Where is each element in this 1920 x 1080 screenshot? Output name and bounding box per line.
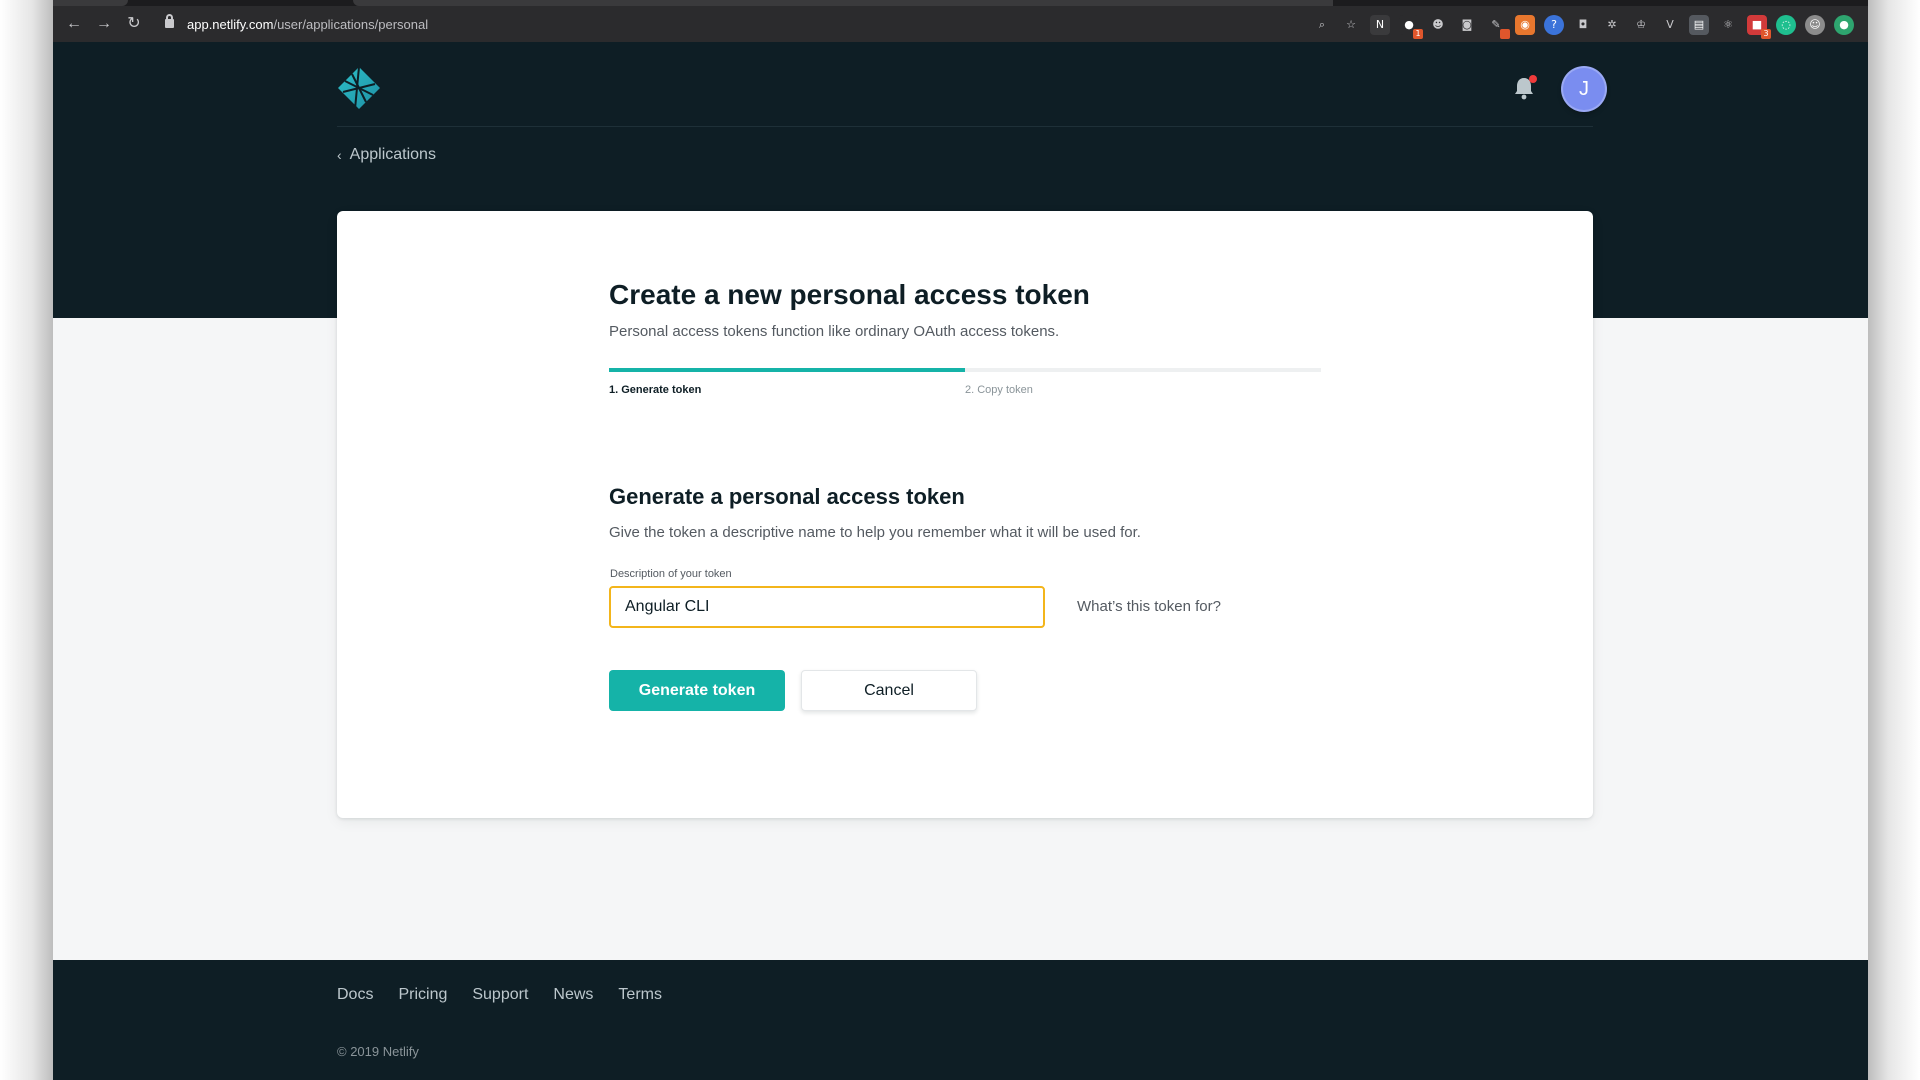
- vue-icon[interactable]: V: [1660, 15, 1680, 35]
- step-generate-token: 1. Generate token: [609, 384, 702, 396]
- window-frame-right: [1868, 0, 1920, 1080]
- zoom-icon[interactable]: ⌕: [1312, 15, 1332, 35]
- back-link-label: Applications: [349, 146, 436, 163]
- reload-icon[interactable]: ↻: [125, 15, 143, 33]
- react-icon[interactable]: ⚛: [1718, 15, 1738, 35]
- generate-token-button[interactable]: Generate token: [609, 670, 785, 711]
- chevron-left-icon: ‹: [337, 147, 342, 163]
- token-description-input[interactable]: [609, 586, 1045, 628]
- camera-icon[interactable]: ◙: [1457, 15, 1477, 35]
- url-path: /user/applications/personal: [273, 17, 429, 32]
- user-avatar[interactable]: J: [1563, 68, 1605, 110]
- extension-badge: 3: [1761, 29, 1771, 39]
- step-fill: [609, 368, 965, 372]
- notion-icon[interactable]: N: [1370, 15, 1390, 35]
- red-tag-icon[interactable]: ■ 3: [1747, 15, 1771, 39]
- grammarly-icon[interactable]: ●: [1834, 15, 1854, 35]
- step-copy-token: 2. Copy token: [965, 384, 1033, 396]
- extension-bar: ⌕ ☆ N ● 1 ☻ ◙ ✎ ◉? ◘ ✲ ♔ V ▤ ⚛ ■ 3 ◌ ☺ ●: [1312, 14, 1854, 39]
- lock-icon: [165, 14, 174, 28]
- back-arrow-icon[interactable]: ←: [65, 15, 83, 33]
- section-title: Generate a personal access token: [609, 484, 965, 509]
- page-title: Create a new personal access token: [609, 279, 1090, 310]
- bookmark-star-icon[interactable]: ☆: [1341, 15, 1361, 35]
- chat-bubbles-icon[interactable]: ● 1: [1399, 15, 1423, 39]
- browser-window: ← → ↻ app.netlify.com/user/applications/…: [53, 0, 1868, 1080]
- screenshot-icon[interactable]: ◘: [1573, 15, 1593, 35]
- footer-link-news[interactable]: News: [553, 986, 593, 1004]
- footer: Docs Pricing Support News Terms © 2019 Netli…: [53, 960, 1868, 1080]
- crown-icon[interactable]: ♔: [1631, 15, 1651, 35]
- footer-link-pricing[interactable]: Pricing: [398, 986, 447, 1004]
- pen-icon[interactable]: ✎: [1486, 15, 1510, 39]
- rss-icon[interactable]: ◉: [1515, 15, 1535, 35]
- page-subtitle: Personal access tokens function like ord…: [609, 323, 1060, 340]
- token-description-label: Description of your token: [610, 568, 732, 580]
- profile-photo-icon[interactable]: ☺: [1805, 15, 1825, 35]
- browser-tab[interactable]: [53, 0, 128, 6]
- token-card: Create a new personal access token Perso…: [337, 211, 1593, 818]
- reddit-icon[interactable]: ☻: [1428, 15, 1448, 35]
- extension-badge: 1: [1413, 29, 1423, 39]
- extension-badge: [1500, 29, 1510, 39]
- step-progress: 1. Generate token 2. Copy token: [609, 368, 1321, 398]
- notification-dot: [1529, 75, 1537, 83]
- back-to-applications-link[interactable]: ‹ Applications: [337, 146, 436, 164]
- forward-arrow-icon[interactable]: →: [95, 15, 113, 33]
- cancel-button[interactable]: Cancel: [801, 670, 977, 711]
- footer-link-support[interactable]: Support: [472, 986, 528, 1004]
- whats-this-token-for-link[interactable]: What’s this token for?: [1077, 598, 1221, 615]
- netlify-logo[interactable]: [337, 66, 381, 110]
- footer-link-docs[interactable]: Docs: [337, 986, 373, 1004]
- browser-tab-active[interactable]: [353, 0, 1333, 6]
- browser-toolbar: ← → ↻ app.netlify.com/user/applications/…: [53, 0, 1868, 42]
- section-description: Give the token a descriptive name to hel…: [609, 524, 1141, 541]
- window-frame-left: [0, 0, 53, 1080]
- footer-nav: Docs Pricing Support News Terms: [337, 986, 662, 1004]
- notifications-bell-icon[interactable]: [1513, 75, 1537, 100]
- copyright: © 2019 Netlify: [337, 1044, 419, 1059]
- url-host: app.netlify.com: [187, 17, 274, 32]
- green-circle-icon[interactable]: ◌: [1776, 15, 1796, 35]
- blue-circle-icon[interactable]: ?: [1544, 15, 1564, 35]
- gear-icon[interactable]: ✲: [1602, 15, 1622, 35]
- address-bar[interactable]: app.netlify.com/user/applications/person…: [187, 14, 428, 36]
- reader-icon[interactable]: ▤: [1689, 15, 1709, 35]
- footer-link-terms[interactable]: Terms: [618, 986, 662, 1004]
